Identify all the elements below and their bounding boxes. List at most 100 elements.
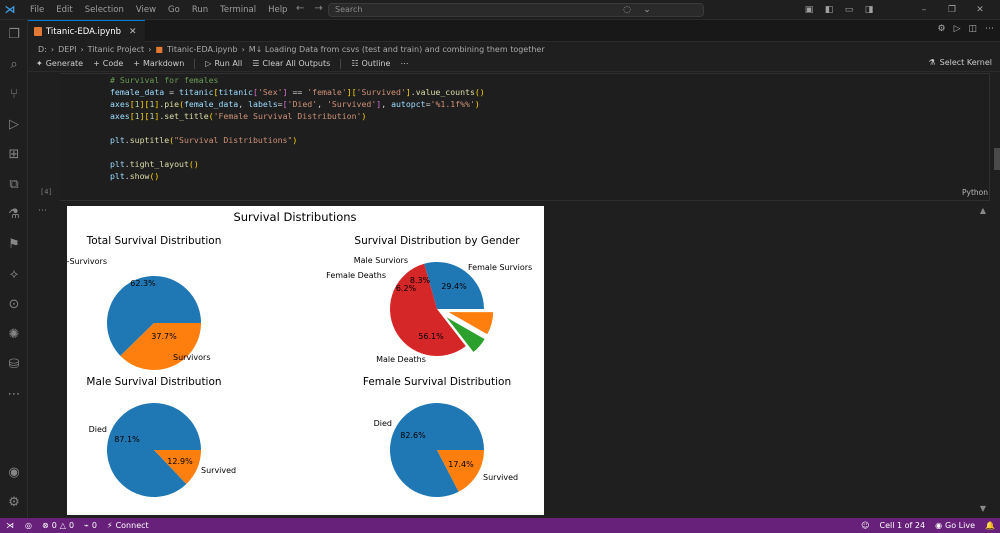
back-arrow-icon[interactable]: ← bbox=[296, 3, 304, 14]
breadcrumb-file[interactable]: Titanic-EDA.ipynb bbox=[167, 45, 238, 54]
source-control-icon[interactable]: ⑂ bbox=[4, 84, 24, 104]
chart-title-0: Total Survival Distribution bbox=[86, 235, 222, 247]
explorer-icon[interactable]: ❐ bbox=[4, 24, 24, 44]
copilot-icon[interactable]: ◌ bbox=[618, 5, 636, 15]
robot-icon: ☺ bbox=[861, 521, 870, 530]
pie-pct-1-3: 8.3% bbox=[410, 276, 431, 285]
pie-label-1-1: Male Deaths bbox=[376, 355, 426, 364]
split-editor-icon[interactable]: ◫ bbox=[968, 24, 977, 34]
output-scroll-up-icon[interactable]: ▲ bbox=[980, 206, 986, 215]
python-icon[interactable]: ⟡ bbox=[4, 264, 24, 284]
survival-pie-figure: Survival Distributions Total Survival Dis… bbox=[51, 210, 532, 497]
toggle-secondary-sidebar-icon[interactable]: ◨ bbox=[860, 5, 878, 15]
search-icon[interactable]: ⌕ bbox=[4, 54, 24, 74]
gear-icon[interactable]: ⚙ bbox=[937, 24, 945, 34]
notebook-editor: Titanic-EDA.ipynb ✕ ⚙ ▷ ◫ ⋯ D: › DEPI › Ti… bbox=[28, 20, 1000, 518]
layout-panel-icon[interactable]: ▣ bbox=[800, 5, 818, 15]
run-icon[interactable]: ▷ bbox=[954, 24, 961, 34]
add-markdown-button[interactable]: + Markdown bbox=[133, 59, 184, 68]
ai-assistant-icon[interactable]: ✺ bbox=[4, 324, 24, 344]
notifications-bell-icon[interactable]: 🔔 bbox=[980, 521, 1000, 530]
pie-label-1-0: Female Surviors bbox=[468, 263, 532, 272]
pie-label-2-1: Survived bbox=[201, 466, 236, 475]
status-bar: ⋊ ◎ ⊗ 0 △ 0 ⌁ 0 ⚡ Connect ☺ Cell 1 of 24 ◉ Go… bbox=[0, 518, 1000, 533]
close-window-icon[interactable]: ✕ bbox=[966, 5, 994, 15]
bookmarks-icon[interactable]: ⚑ bbox=[4, 234, 24, 254]
select-kernel-button[interactable]: ⚗ Select Kernel bbox=[928, 58, 992, 67]
outline-button[interactable]: ☷ Outline bbox=[351, 59, 390, 68]
generate-button[interactable]: ✦ Generate bbox=[36, 59, 83, 68]
pie-pct-0-0: 62.3% bbox=[130, 279, 156, 288]
copilot-icon: ◎ bbox=[25, 521, 32, 530]
connect-status[interactable]: ⚡ Connect bbox=[102, 521, 154, 530]
output-more-icon[interactable]: ⋯ bbox=[38, 206, 47, 216]
pie-pct-3-0: 82.6% bbox=[400, 431, 426, 440]
pie-label-3-1: Survived bbox=[483, 473, 518, 482]
notebook-file-icon: ■ bbox=[155, 44, 163, 54]
more-icon[interactable]: ⋯ bbox=[4, 384, 24, 404]
remote-icon[interactable]: ⋊ bbox=[0, 518, 20, 533]
breadcrumb-section[interactable]: M↓ Loading Data from csvs (test and trai… bbox=[249, 45, 545, 54]
scrollbar-thumb[interactable] bbox=[994, 148, 1000, 170]
menu-view[interactable]: View bbox=[130, 0, 162, 20]
status-right: ☺ Cell 1 of 24 ◉ Go Live 🔔 bbox=[856, 521, 1000, 530]
window-controls: – ❐ ✕ bbox=[910, 5, 994, 15]
forward-arrow-icon[interactable]: → bbox=[314, 3, 322, 14]
broadcast-icon: ◉ bbox=[935, 521, 943, 530]
copilot-status[interactable]: ◎ bbox=[20, 521, 37, 530]
output-scroll-down-icon[interactable]: ▼ bbox=[980, 504, 986, 513]
code-cell[interactable]: # Survival for females female_data = tit… bbox=[60, 73, 990, 201]
menu-selection[interactable]: Selection bbox=[79, 0, 130, 20]
settings-gear-icon[interactable]: ⚙ bbox=[4, 492, 24, 512]
tab-titanic-eda[interactable]: Titanic-EDA.ipynb ✕ bbox=[28, 20, 145, 42]
restore-icon[interactable]: ❐ bbox=[938, 5, 966, 15]
notebook-file-icon bbox=[34, 27, 42, 36]
run-debug-icon[interactable]: ▷ bbox=[4, 114, 24, 134]
breadcrumb-drive[interactable]: D: bbox=[38, 45, 47, 54]
more-icon[interactable]: ⋯ bbox=[400, 59, 408, 68]
testing-icon[interactable]: ⚗ bbox=[4, 204, 24, 224]
menu-run[interactable]: Run bbox=[186, 0, 214, 20]
clear-outputs-button[interactable]: ☰ Clear All Outputs bbox=[252, 59, 330, 68]
pie-pct-2-0: 87.1% bbox=[114, 435, 140, 444]
cell-position[interactable]: Cell 1 of 24 bbox=[875, 521, 931, 530]
menu-file[interactable]: File bbox=[24, 0, 50, 20]
breadcrumb-project[interactable]: Titanic Project bbox=[88, 45, 145, 54]
copilot-chat-status[interactable]: ☺ bbox=[856, 521, 874, 530]
chevron-down-icon[interactable]: ⌄ bbox=[638, 5, 656, 15]
menu-edit[interactable]: Edit bbox=[50, 0, 78, 20]
pie-label-3-0: Died bbox=[374, 419, 392, 428]
activity-bar: ❐ ⌕ ⑂ ▷ ⊞ ⧉ ⚗ ⚑ ⟡ ⊙ ✺ ⛁ ⋯ ◉ ⚙ bbox=[0, 20, 28, 518]
sparkle-icon: ✦ bbox=[36, 59, 43, 68]
git-graph-icon[interactable]: ⊙ bbox=[4, 294, 24, 314]
menu-help[interactable]: Help bbox=[262, 0, 293, 20]
pie-pct-0-1: 37.7% bbox=[151, 332, 177, 341]
menu-terminal[interactable]: Terminal bbox=[214, 0, 262, 20]
cell-language[interactable]: Python bbox=[962, 188, 988, 197]
pie-label-1-3: Male Surviors bbox=[354, 256, 408, 265]
more-actions-icon[interactable]: ⋯ bbox=[985, 24, 994, 34]
toggle-panel-icon[interactable]: ▭ bbox=[840, 5, 858, 15]
close-icon[interactable]: ✕ bbox=[129, 27, 137, 37]
account-icon[interactable]: ◉ bbox=[4, 462, 24, 482]
go-live-button[interactable]: ◉ Go Live bbox=[930, 521, 980, 530]
chart-title-1: Survival Distribution by Gender bbox=[354, 235, 520, 247]
code-line-1: # Survival for females bbox=[110, 75, 219, 85]
breadcrumb-depi[interactable]: DEPI bbox=[58, 45, 76, 54]
database-icon[interactable]: ⛁ bbox=[4, 354, 24, 374]
toggle-sidebar-icon[interactable]: ◧ bbox=[820, 5, 838, 15]
minimize-icon[interactable]: – bbox=[910, 5, 938, 15]
title-actions: ◌ ⌄ ▣ ◧ ▭ ◨ – ❐ ✕ bbox=[618, 0, 994, 20]
ports-status[interactable]: ⌁ 0 bbox=[79, 521, 102, 530]
notebook-toolbar: ✦ Generate + Code + Markdown ▷ Run All ☰ Clea… bbox=[28, 56, 1000, 72]
add-code-button[interactable]: + Code bbox=[93, 59, 123, 68]
code-line-2: female_data = titanic[titanic['Sex'] == … bbox=[110, 87, 485, 97]
problems-status[interactable]: ⊗ 0 △ 0 bbox=[37, 521, 79, 530]
breadcrumb: D: › DEPI › Titanic Project › ■ Titanic-EDA… bbox=[38, 44, 545, 54]
extensions-icon[interactable]: ⊞ bbox=[4, 144, 24, 164]
run-all-button[interactable]: ▷ Run All bbox=[205, 59, 242, 68]
remote-explorer-icon[interactable]: ⧉ bbox=[4, 174, 24, 194]
code-editor[interactable]: # Survival for females female_data = tit… bbox=[110, 74, 485, 182]
menu-go[interactable]: Go bbox=[162, 0, 186, 20]
code-line-8: plt.tight_layout() bbox=[110, 159, 199, 169]
